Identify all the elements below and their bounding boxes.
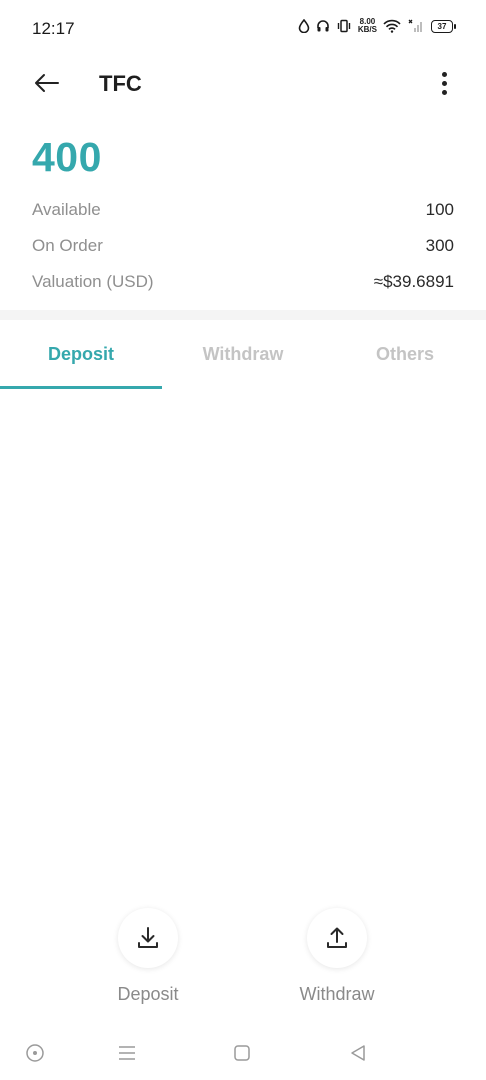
menu-button[interactable] bbox=[114, 1040, 140, 1066]
square-icon bbox=[234, 1045, 250, 1061]
home-button[interactable] bbox=[229, 1040, 255, 1066]
valuation-value: ≈$39.6891 bbox=[373, 272, 454, 291]
deposit-action-label: Deposit bbox=[117, 984, 179, 1004]
section-divider bbox=[0, 310, 486, 320]
total-balance: 400 bbox=[32, 134, 102, 180]
headphones-icon bbox=[316, 19, 330, 33]
available-row: Available 100 bbox=[32, 200, 454, 220]
deposit-action-button[interactable]: Deposit bbox=[88, 908, 208, 1005]
speed-unit: KB/S bbox=[357, 25, 377, 34]
wifi-icon bbox=[383, 19, 401, 33]
history-tabs: Deposit Withdraw Others bbox=[0, 320, 486, 390]
more-options-button[interactable] bbox=[432, 66, 456, 100]
on-order-row: On Order 300 bbox=[32, 236, 454, 256]
menu-lines-icon bbox=[119, 1046, 135, 1060]
circle-dot-icon bbox=[26, 1044, 44, 1062]
more-vertical-icon bbox=[441, 71, 447, 77]
status-time: 12:17 bbox=[32, 19, 75, 38]
download-icon bbox=[138, 927, 158, 948]
app-header: TFC bbox=[0, 58, 486, 110]
status-bar: 12:17 8.00 KB/S 37 bbox=[0, 0, 486, 58]
page-title: TFC bbox=[99, 71, 142, 96]
assistant-button[interactable] bbox=[22, 1040, 48, 1066]
status-icons: 8.00 KB/S 37 bbox=[298, 18, 456, 34]
on-order-value: 300 bbox=[425, 236, 454, 255]
battery-level: 37 bbox=[431, 19, 453, 33]
signal-icon bbox=[407, 19, 425, 33]
triangle-back-icon bbox=[351, 1045, 365, 1061]
drop-icon bbox=[298, 19, 310, 33]
tab-withdraw[interactable]: Withdraw bbox=[162, 320, 324, 390]
battery-icon: 37 bbox=[431, 19, 456, 33]
withdraw-action-circle[interactable] bbox=[307, 908, 367, 968]
system-nav-bar bbox=[0, 1026, 486, 1080]
tab-others[interactable]: Others bbox=[324, 320, 486, 390]
withdraw-action-label: Withdraw bbox=[299, 984, 375, 1004]
on-order-label: On Order bbox=[32, 236, 103, 255]
valuation-row: Valuation (USD) ≈$39.6891 bbox=[32, 272, 454, 292]
tab-deposit[interactable]: Deposit bbox=[0, 320, 162, 390]
available-value: 100 bbox=[425, 200, 454, 219]
vibrate-icon bbox=[336, 19, 352, 33]
upload-icon bbox=[327, 927, 347, 948]
network-speed: 8.00 KB/S bbox=[358, 18, 377, 34]
deposit-action-circle[interactable] bbox=[118, 908, 178, 968]
back-nav-button[interactable] bbox=[345, 1040, 371, 1066]
available-label: Available bbox=[32, 200, 101, 219]
withdraw-action-button[interactable]: Withdraw bbox=[277, 908, 397, 1005]
arrow-left-icon bbox=[35, 74, 59, 92]
back-button[interactable] bbox=[28, 68, 64, 98]
valuation-label: Valuation (USD) bbox=[32, 272, 154, 291]
